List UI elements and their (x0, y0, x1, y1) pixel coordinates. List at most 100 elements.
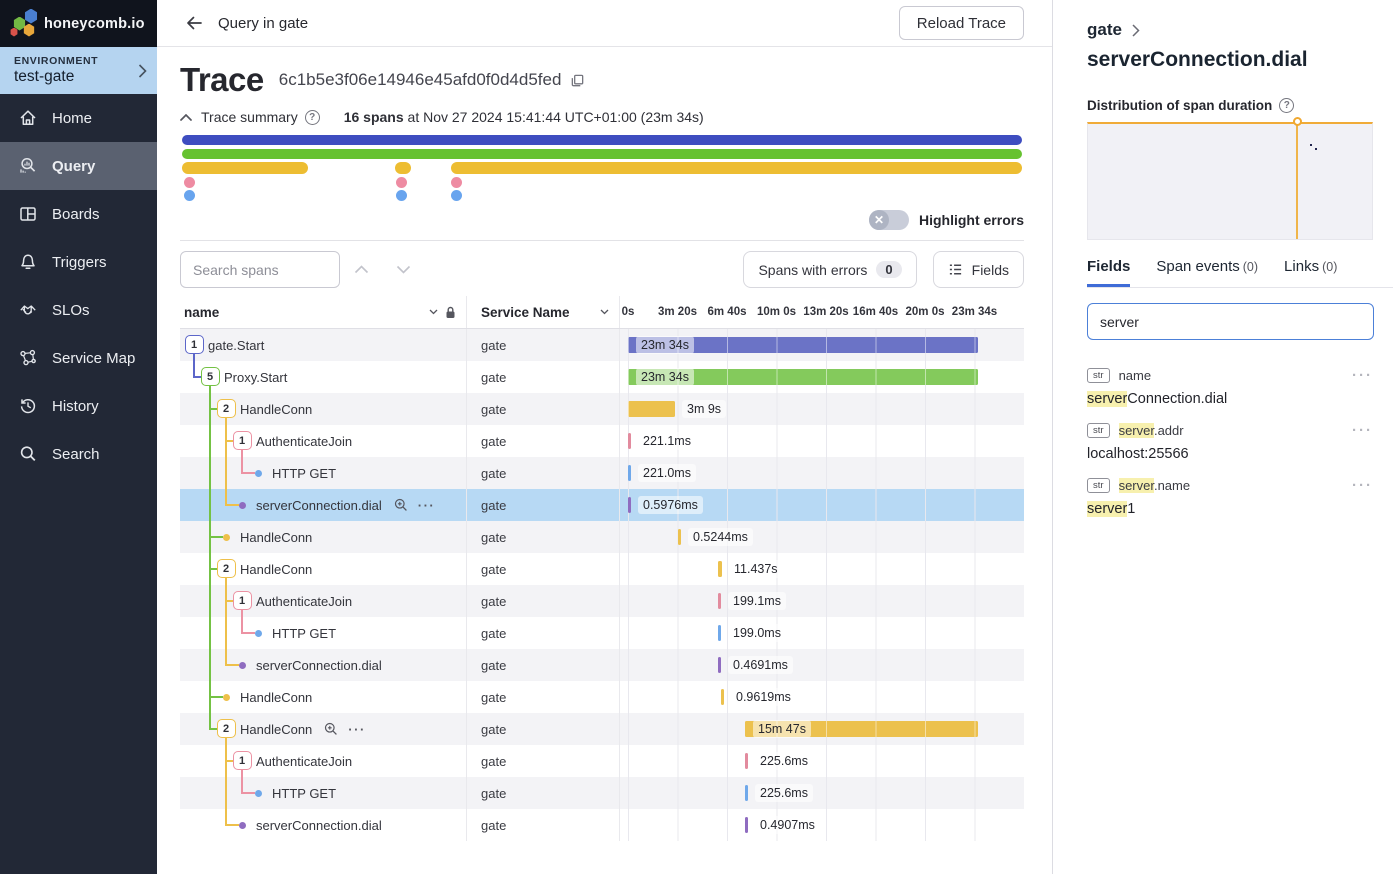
span-duration-bar[interactable] (745, 753, 748, 769)
span-duration-bar[interactable] (628, 401, 675, 417)
span-row-HandleConn[interactable]: 2HandleConn···gate15m 47s (180, 713, 1024, 745)
span-count-badge[interactable]: 2 (217, 559, 236, 578)
span-duration-bar[interactable] (628, 465, 631, 481)
span-count-badge[interactable]: 1 (233, 431, 252, 450)
sidebar-item-home[interactable]: Home (0, 94, 157, 142)
help-icon[interactable]: ? (305, 110, 320, 125)
tab-links[interactable]: Links(0) (1284, 258, 1337, 287)
span-row-HandleConn[interactable]: HandleConngate0.9619ms (180, 681, 1024, 713)
tab-span-events[interactable]: Span events(0) (1156, 258, 1258, 287)
next-match-button[interactable] (382, 251, 424, 288)
span-dot (223, 534, 230, 541)
timeline-axis: 0s3m 20s6m 40s10m 0s13m 20s16m 40s20m 0s… (620, 296, 1024, 328)
service-name-value: gate (481, 489, 506, 521)
row-menu-icon[interactable]: ··· (418, 498, 436, 513)
copy-icon[interactable] (570, 73, 585, 88)
breadcrumb-service[interactable]: gate (1087, 20, 1122, 40)
span-row-serverConnection-dial[interactable]: serverConnection.dial···gate0.5976ms (180, 489, 1024, 521)
sidebar-item-label: Home (52, 110, 92, 127)
sidebar-item-triggers[interactable]: Triggers (0, 238, 157, 286)
span-row-serverConnection-dial[interactable]: serverConnection.dialgate0.4907ms (180, 809, 1024, 841)
zoom-in-icon[interactable] (324, 722, 338, 736)
honeycomb-logo[interactable]: honeycomb.io (0, 0, 157, 47)
duration-distribution-chart[interactable] (1087, 122, 1373, 240)
span-duration-bar[interactable] (721, 689, 724, 705)
span-row-serverConnection-dial[interactable]: serverConnection.dialgate0.4691ms (180, 649, 1024, 681)
span-count-badge[interactable]: 2 (217, 719, 236, 738)
span-controls: Spans with errors 0 Fields (180, 251, 1024, 288)
span-duration-bar[interactable] (628, 433, 631, 449)
highlight-errors-toggle[interactable]: ✕ (869, 210, 909, 230)
span-duration-label: 199.0ms (728, 624, 786, 642)
span-row-HTTP GET[interactable]: HTTP GETgate225.6ms (180, 777, 1024, 809)
field-menu-icon[interactable]: ··· (1352, 422, 1373, 439)
span-duration-bar[interactable] (745, 817, 748, 833)
tab-fields[interactable]: Fields (1087, 258, 1130, 287)
zoom-in-icon[interactable] (394, 498, 408, 512)
span-duration-bar[interactable] (718, 561, 722, 577)
service-column-header[interactable]: Service Name (481, 305, 570, 320)
sort-chevron-icon[interactable] (600, 309, 609, 315)
app-root: honeycomb.io ENVIRONMENT test-gate Home Q… (0, 0, 1393, 874)
trace-minimap[interactable] (182, 135, 1022, 201)
span-duration-bar[interactable] (678, 529, 681, 545)
span-count-badge[interactable]: 1 (233, 591, 252, 610)
span-row-HandleConn[interactable]: 2HandleConngate3m 9s (180, 393, 1024, 425)
service-name-value: gate (481, 649, 506, 681)
span-count-badge[interactable]: 1 (185, 335, 204, 354)
span-row-AuthenticateJoin[interactable]: 1AuthenticateJoingate225.6ms (180, 745, 1024, 777)
search-spans-input[interactable] (180, 251, 340, 288)
span-row-Proxy-Start[interactable]: 5Proxy.Startgate23m 34s (180, 361, 1024, 393)
span-name: HandleConn (240, 681, 312, 713)
span-row-gate-Start[interactable]: 1gate.Startgate23m 34s (180, 329, 1024, 361)
sidebar-item-history[interactable]: History (0, 382, 157, 430)
topbar: Query in gate Reload Trace (157, 0, 1052, 47)
span-name: HTTP GET (272, 777, 336, 809)
span-row-HTTP GET[interactable]: HTTP GETgate199.0ms (180, 617, 1024, 649)
field-menu-icon[interactable]: ··· (1352, 477, 1373, 494)
field-menu-icon[interactable]: ··· (1352, 367, 1373, 384)
span-count-badge[interactable]: 1 (233, 751, 252, 770)
help-icon[interactable]: ? (1279, 98, 1294, 113)
minimap-segment (451, 190, 462, 201)
spans-with-errors-button[interactable]: Spans with errors 0 (743, 251, 916, 288)
span-duration-bar[interactable] (718, 657, 721, 673)
span-row-HandleConn[interactable]: HandleConngate0.5244ms (180, 521, 1024, 553)
column-lock-icon[interactable] (445, 306, 456, 319)
span-row-AuthenticateJoin[interactable]: 1AuthenticateJoingate221.1ms (180, 425, 1024, 457)
back-button[interactable] (184, 13, 204, 33)
collapse-summary-button[interactable] (180, 114, 192, 121)
trace-view: Trace 6c1b5e3f06e14946e45afd0f0d4d5fed T… (157, 47, 1052, 841)
span-name: HandleConn (240, 393, 312, 425)
sidebar-item-label: Query (52, 158, 95, 175)
span-duration-bar[interactable] (718, 625, 721, 641)
fields-button[interactable]: Fields (933, 251, 1024, 288)
fields-filter-input[interactable] (1087, 303, 1374, 340)
span-duration-bar[interactable] (628, 497, 631, 513)
span-count-badge[interactable]: 2 (217, 399, 236, 418)
minimap-segment (396, 190, 407, 201)
name-column-header[interactable]: name (184, 305, 219, 320)
sort-chevron-icon[interactable] (429, 309, 438, 315)
sidebar-item-query[interactable]: Query (0, 142, 157, 190)
span-duration-bar[interactable] (718, 593, 721, 609)
span-row-HTTP GET[interactable]: HTTP GETgate221.0ms (180, 457, 1024, 489)
span-count-badge[interactable]: 5 (201, 367, 220, 386)
reload-trace-button[interactable]: Reload Trace (899, 6, 1024, 40)
row-menu-icon[interactable]: ··· (348, 722, 366, 737)
environment-switcher[interactable]: ENVIRONMENT test-gate (0, 47, 157, 94)
span-duration-bar[interactable] (745, 785, 748, 801)
span-duration-label: 0.4691ms (728, 656, 793, 674)
sidebar-item-search[interactable]: Search (0, 430, 157, 478)
sidebar-item-service-map[interactable]: Service Map (0, 334, 157, 382)
previous-match-button[interactable] (340, 251, 382, 288)
sidebar-item-slos[interactable]: SLOs (0, 286, 157, 334)
span-row-AuthenticateJoin[interactable]: 1AuthenticateJoingate199.1ms (180, 585, 1024, 617)
service-map-icon (18, 348, 38, 368)
span-row-HandleConn[interactable]: 2HandleConngate11.437s (180, 553, 1024, 585)
timeline-tick: 3m 20s (658, 306, 697, 318)
span-duration-label: 0.9619ms (731, 688, 796, 706)
sidebar-item-boards[interactable]: Boards (0, 190, 157, 238)
timeline-tick: 23m 34s (952, 306, 997, 318)
span-duration-label: 199.1ms (728, 592, 786, 610)
